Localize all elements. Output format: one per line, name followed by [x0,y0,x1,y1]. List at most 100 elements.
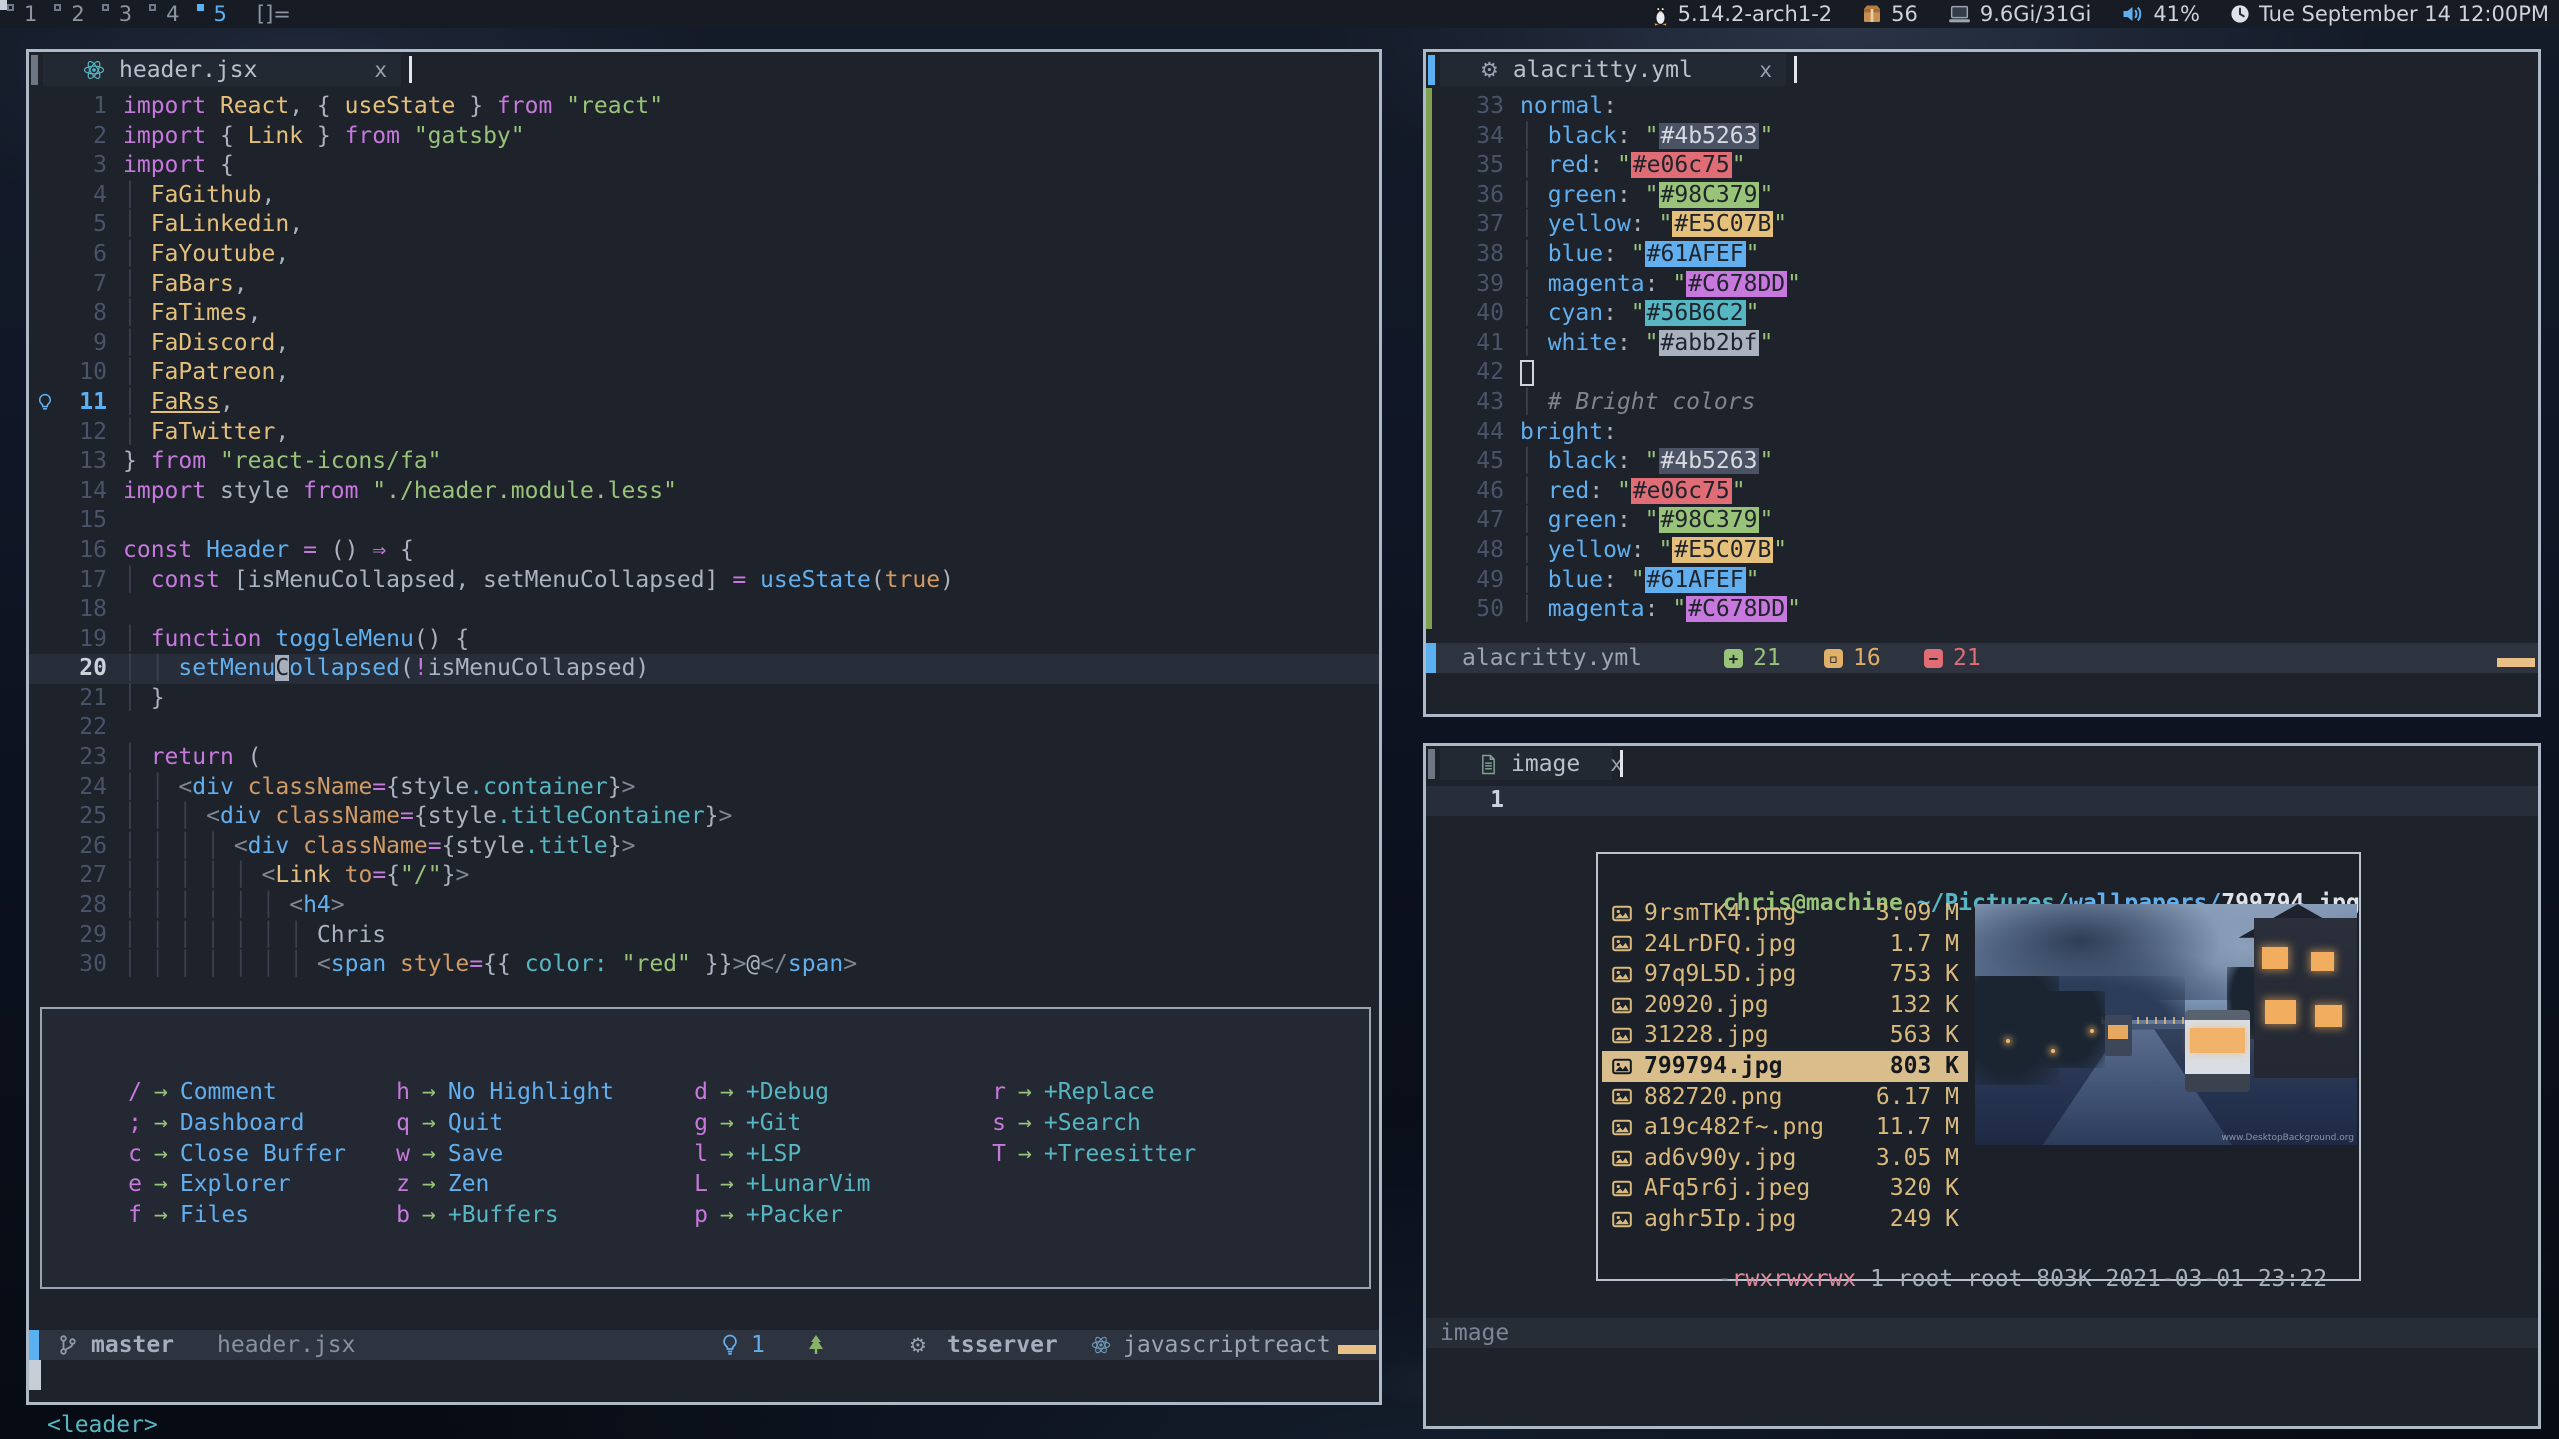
file-row[interactable]: 799794.jpg803 K [1602,1051,1968,1082]
code-line[interactable]: 38│ blue: "#61AFEF" [1426,240,2538,270]
code-line[interactable]: 19│ function toggleMenu() { [29,625,1379,655]
scroll-indicator[interactable] [1338,1345,1376,1354]
whichkey-item--search[interactable]: s→+Search [990,1108,1196,1139]
code-line[interactable]: 3import { [29,151,1379,181]
mode-indicator [1426,643,1436,673]
workspace-tag-5[interactable]: 5 [194,2,241,26]
lsp-gear-icon: ⚙ [909,1330,927,1360]
code-line[interactable]: 1import React, { useState } from "react" [29,92,1379,122]
whichkey-item--treesitter[interactable]: T→+Treesitter [990,1139,1196,1170]
code-line[interactable]: 14import style from "./header.module.les… [29,477,1379,507]
workspace-tags: 12345 [0,2,241,26]
code-line[interactable]: 1 [1426,786,2538,816]
layout-symbol[interactable]: []= [257,2,291,26]
tab-close-icon[interactable]: x [344,58,387,82]
code-line[interactable]: 42 [1426,358,2538,388]
whichkey-item-explorer[interactable]: e→Explorer [126,1169,346,1200]
whichkey-item-quit[interactable]: q→Quit [394,1108,614,1139]
code-line[interactable]: 35│ red: "#e06c75" [1426,151,2538,181]
file-row[interactable]: 20920.jpg132 K [1602,990,1968,1021]
whichkey-item-save[interactable]: w→Save [394,1139,614,1170]
tab-close-icon[interactable]: x [1580,752,1623,776]
whichkey-item-no-highlight[interactable]: h→No Highlight [394,1077,614,1108]
code-line[interactable]: 40│ cyan: "#56B6C2" [1426,299,2538,329]
whichkey-item-files[interactable]: f→Files [126,1200,346,1231]
code-line[interactable]: 45│ black: "#4b5263" [1426,447,2538,477]
file-row[interactable]: 9rsmTK4.png3.09 M [1602,898,1968,929]
code-line[interactable]: 23│ return ( [29,743,1379,773]
whichkey-item--git[interactable]: g→+Git [692,1108,870,1139]
file-row[interactable]: 24LrDFQ.jpg1.7 M [1602,929,1968,960]
package-icon [1862,4,1882,24]
code-line[interactable]: 50│ magenta: "#C678DD" [1426,595,2538,625]
tab-header-jsx[interactable]: header.jsx x [43,54,401,86]
code-line[interactable]: 4│ FaGithub, [29,181,1379,211]
whichkey-item--lunarvim[interactable]: L→+LunarVim [692,1169,870,1200]
code-line[interactable]: 20│ │ setMenuCollapsed(!isMenuCollapsed) [29,654,1379,684]
whichkey-item-comment[interactable]: /→Comment [126,1077,346,1108]
file-row[interactable]: 882720.png6.17 M [1602,1082,1968,1113]
whichkey-item-close-buffer[interactable]: c→Close Buffer [126,1139,346,1170]
code-line[interactable]: 24│ │ <div className={style.container}> [29,773,1379,803]
file-row[interactable]: 97q9L5D.jpg753 K [1602,959,1968,990]
code-line[interactable]: 18 [29,595,1379,625]
code-line[interactable]: 10│ FaPatreon, [29,358,1379,388]
tab-image[interactable]: image x [1440,748,1612,780]
code-text: │ │ │ │ │ │ │ Chris [123,922,386,948]
code-line[interactable]: 36│ green: "#98C379" [1426,181,2538,211]
whichkey-item--debug[interactable]: d→+Debug [692,1077,870,1108]
file-row[interactable]: ad6v90y.jpg3.05 M [1602,1143,1968,1174]
code-line[interactable]: 16const Header = () ⇒ { [29,536,1379,566]
workspace-tag-3[interactable]: 3 [99,2,146,26]
code-line[interactable]: 47│ green: "#98C379" [1426,506,2538,536]
code-line[interactable]: 48│ yellow: "#E5C07B" [1426,536,2538,566]
file-row[interactable]: a19c482f~.png11.7 M [1602,1112,1968,1143]
code-line[interactable]: 11│ FaRss, [29,388,1379,418]
code-line[interactable]: 15 [29,506,1379,536]
code-line[interactable]: 21│ } [29,684,1379,714]
code-line[interactable]: 6│ FaYoutube, [29,240,1379,270]
code-line[interactable]: 43│ # Bright colors [1426,388,2538,418]
file-row[interactable]: AFq5r6j.jpeg320 K [1602,1173,1968,1204]
code-line[interactable]: 2import { Link } from "gatsby" [29,122,1379,152]
workspace-tag-1[interactable]: 1 [4,2,51,26]
code-line[interactable]: 7│ FaBars, [29,270,1379,300]
code-line[interactable]: 22 [29,713,1379,743]
code-line[interactable]: 41│ white: "#abb2bf" [1426,329,2538,359]
tab-alacritty-yml[interactable]: ⚙ alacritty.yml x [1440,54,1786,86]
code-line[interactable]: 49│ blue: "#61AFEF" [1426,566,2538,596]
whichkey-item--buffers[interactable]: b→+Buffers [394,1200,614,1231]
code-line[interactable]: 44bright: [1426,418,2538,448]
code-line[interactable]: 26│ │ │ │ <div className={style.title}> [29,832,1379,862]
statusline-top-right: alacritty.yml + 21 ▫ 16 − 21 [1426,643,2538,673]
code-line[interactable]: 33normal: [1426,92,2538,122]
workspace-tag-2[interactable]: 2 [51,2,98,26]
code-line[interactable]: 29│ │ │ │ │ │ │ Chris [29,921,1379,951]
code-line[interactable]: 9│ FaDiscord, [29,329,1379,359]
code-line[interactable]: 28│ │ │ │ │ │ <h4> [29,891,1379,921]
code-line[interactable]: 39│ magenta: "#C678DD" [1426,270,2538,300]
workspace-tag-4[interactable]: 4 [146,2,193,26]
code-line[interactable]: 5│ FaLinkedin, [29,210,1379,240]
gear-icon: ⚙ [1480,58,1499,82]
scroll-indicator[interactable] [2497,658,2535,667]
code-line[interactable]: 13} from "react-icons/fa" [29,447,1379,477]
code-line[interactable]: 34│ black: "#4b5263" [1426,122,2538,152]
code-line[interactable]: 30│ │ │ │ │ │ │ <span style={{ color: "r… [29,950,1379,980]
code-line[interactable]: 27│ │ │ │ │ <Link to={"/"}> [29,861,1379,891]
whichkey-item--lsp[interactable]: l→+LSP [692,1139,870,1170]
tab-close-icon[interactable]: x [1729,58,1772,82]
editor-window-left: header.jsx x 1import React, { useState }… [26,49,1382,1405]
code-line[interactable]: 46│ red: "#e06c75" [1426,477,2538,507]
file-row[interactable]: aghr5Ip.jpg249 K [1602,1204,1968,1235]
code-line[interactable]: 37│ yellow: "#E5C07B" [1426,210,2538,240]
whichkey-item-zen[interactable]: z→Zen [394,1169,614,1200]
code-line[interactable]: 17│ const [isMenuCollapsed, setMenuColla… [29,566,1379,596]
whichkey-item--packer[interactable]: p→+Packer [692,1200,870,1231]
code-line[interactable]: 12│ FaTwitter, [29,418,1379,448]
whichkey-item--replace[interactable]: r→+Replace [990,1077,1196,1108]
file-row[interactable]: 31228.jpg563 K [1602,1020,1968,1051]
code-line[interactable]: 8│ FaTimes, [29,299,1379,329]
code-line[interactable]: 25│ │ │ <div className={style.titleConta… [29,802,1379,832]
whichkey-item-dashboard[interactable]: ;→Dashboard [126,1108,346,1139]
